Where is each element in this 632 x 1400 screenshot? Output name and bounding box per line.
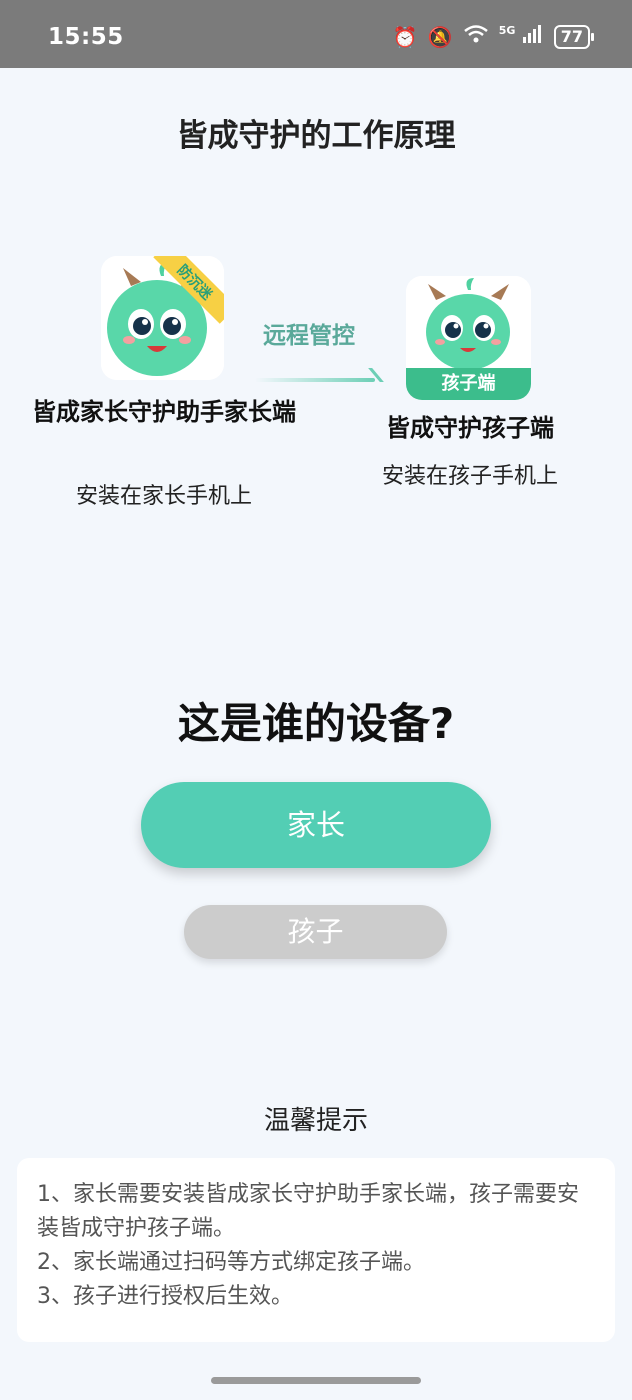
alarm-icon: ⏰ — [392, 24, 418, 49]
home-indicator[interactable] — [211, 1377, 421, 1384]
battery-icon: 77 — [553, 24, 595, 49]
child-app-icon: 孩子端 — [406, 276, 531, 400]
mute-bell-icon: 🔕 — [427, 24, 453, 49]
tip-item: 1、家长需要安装皆成家长守护助手家长端，孩子需要安装皆成守护孩子端。 — [37, 1182, 579, 1241]
network-type: 5G — [498, 24, 516, 37]
status-time: 15:55 — [48, 24, 124, 50]
arrow-label: 远程管控 — [263, 323, 355, 349]
tip-item: 2、家长端通过扫码等方式绑定孩子端。 — [37, 1250, 425, 1275]
page-title: 皆成守护的工作原理 — [176, 118, 456, 154]
parent-app-icon: 防沉迷 — [101, 256, 224, 380]
status-icons: ⏰ 🔕 5G 77 — [392, 24, 595, 49]
tips-title: 温馨提示 — [263, 1106, 368, 1136]
parent-button[interactable]: 家长 — [141, 782, 491, 868]
parent-app-note: 安装在家长手机上 — [75, 484, 252, 509]
child-app-note: 安装在孩子手机上 — [381, 464, 558, 489]
wifi-icon — [463, 24, 489, 49]
child-badge: 孩子端 — [406, 368, 531, 400]
signal-icon: 5G — [499, 24, 544, 49]
tip-item: 3、孩子进行授权后生效。 — [37, 1284, 293, 1309]
device-question: 这是谁的设备? — [177, 699, 455, 748]
parent-app-name: 皆成家长守护助手家长端 — [32, 398, 296, 426]
status-bar: 15:55 ⏰ 🔕 5G 77 — [0, 0, 632, 68]
arrow-line — [255, 378, 375, 382]
tips-box: 1、家长需要安装皆成家长守护助手家长端，孩子需要安装皆成守护孩子端。 2、家长端… — [17, 1158, 615, 1342]
child-button[interactable]: 孩子 — [184, 905, 447, 959]
child-app-name: 皆成守护孩子端 — [386, 414, 554, 442]
